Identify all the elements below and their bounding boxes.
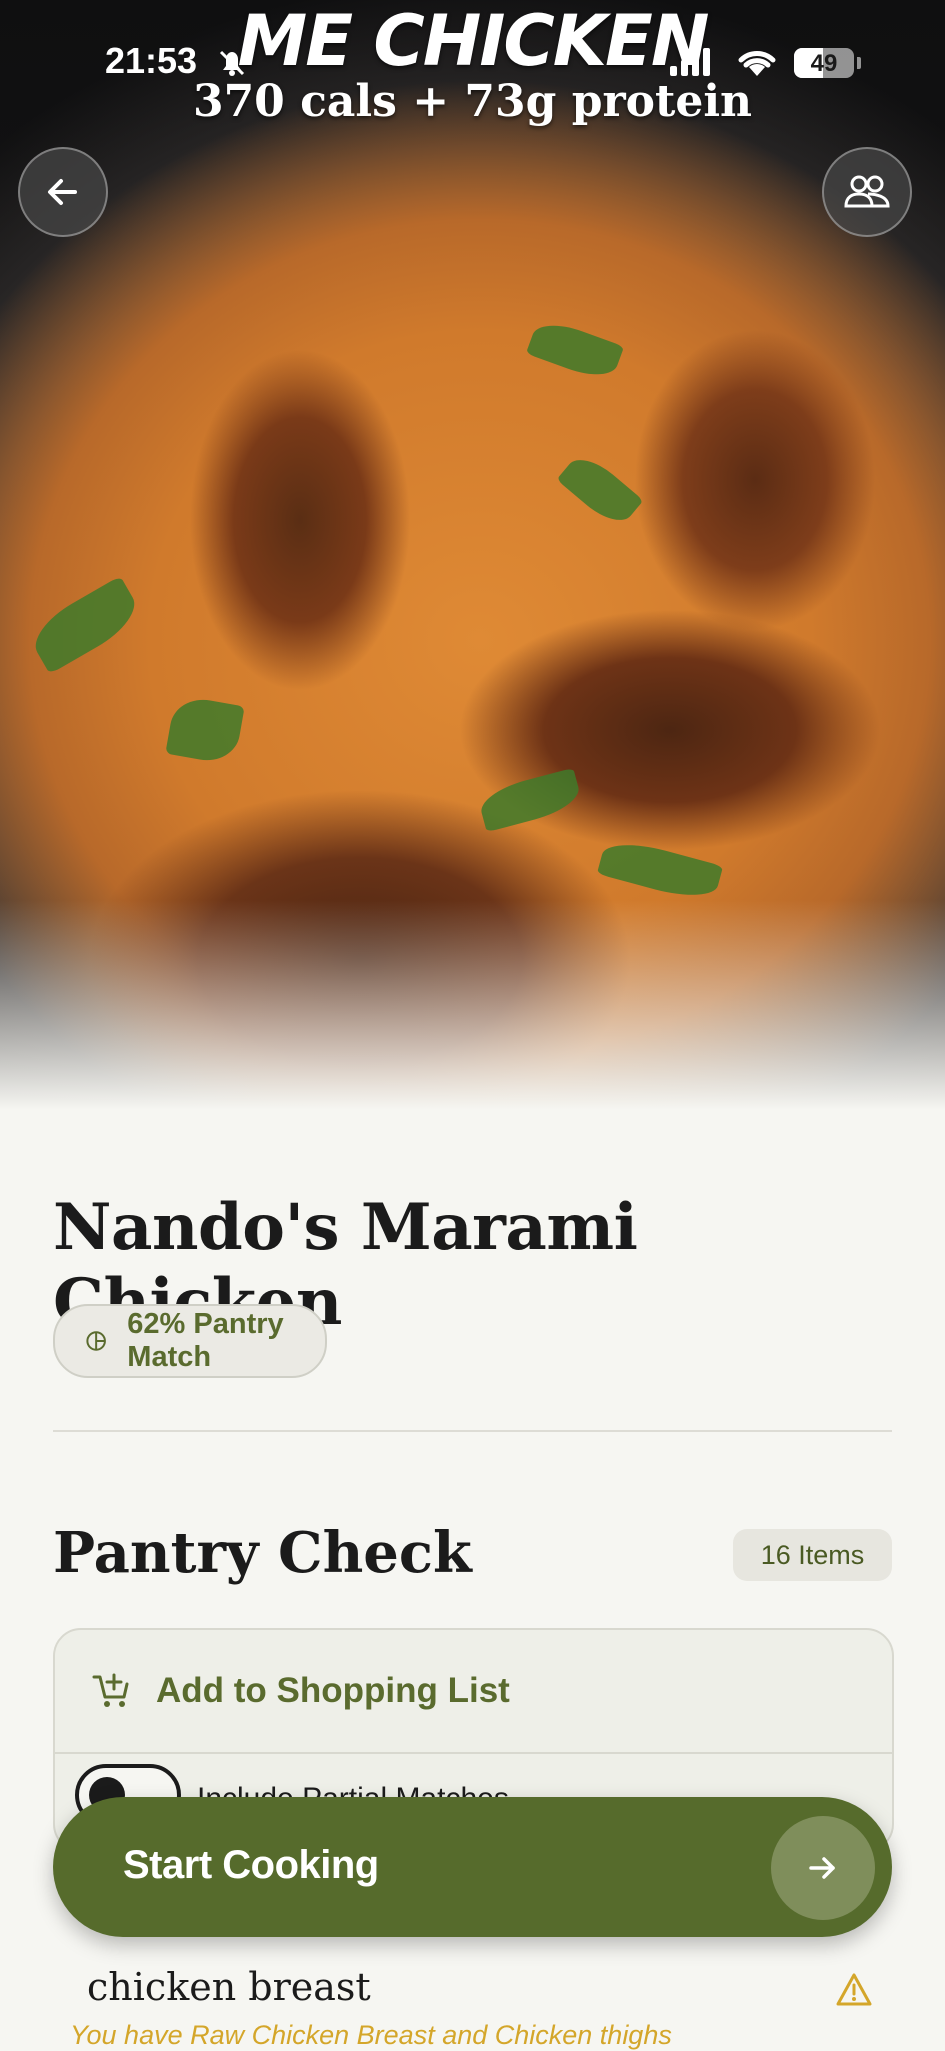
start-cooking-arrow[interactable] bbox=[771, 1816, 875, 1920]
battery-cap bbox=[857, 57, 861, 69]
cart-plus-icon bbox=[92, 1673, 129, 1707]
add-to-shopping-list-button[interactable]: Add to Shopping List bbox=[55, 1630, 892, 1752]
add-to-shopping-list-label: Add to Shopping List bbox=[156, 1671, 510, 1710]
hero-overlay-subtitle: 370 cals + 73g protein bbox=[192, 76, 753, 127]
start-cooking-button[interactable]: Start Cooking bbox=[53, 1797, 892, 1937]
pantry-match-label: 62% Pantry Match bbox=[127, 1308, 284, 1373]
wifi-icon bbox=[735, 44, 779, 83]
back-button[interactable] bbox=[18, 147, 108, 237]
status-time: 21:53 bbox=[105, 40, 198, 81]
start-cooking-label: Start Cooking bbox=[123, 1843, 379, 1887]
hero-fade bbox=[0, 900, 945, 1110]
items-count-badge: 16 Items bbox=[733, 1529, 892, 1581]
pantry-check-title: Pantry Check bbox=[53, 1520, 472, 1586]
pie-chart-icon bbox=[86, 1331, 106, 1351]
bell-muted-icon bbox=[215, 46, 249, 85]
section-divider bbox=[53, 1430, 892, 1432]
battery-level: 49 bbox=[810, 50, 838, 77]
share-people-button[interactable] bbox=[822, 147, 912, 237]
ingredient-note: You have Raw Chicken Breast and Chicken … bbox=[70, 2020, 672, 2050]
pantry-match-badge[interactable]: 62% Pantry Match bbox=[53, 1304, 327, 1378]
battery-icon: 49 bbox=[794, 48, 854, 78]
ingredient-name: chicken breast bbox=[87, 1965, 371, 2009]
warning-icon[interactable] bbox=[835, 1972, 873, 2008]
arrow-left-icon bbox=[48, 179, 77, 205]
people-icon bbox=[844, 175, 890, 208]
recipe-hero-image: ME CHICKEN 370 cals + 73g protein bbox=[0, 0, 945, 1110]
arrow-right-icon bbox=[809, 1857, 835, 1879]
card-separator bbox=[55, 1752, 892, 1754]
signal-icon bbox=[670, 48, 710, 76]
